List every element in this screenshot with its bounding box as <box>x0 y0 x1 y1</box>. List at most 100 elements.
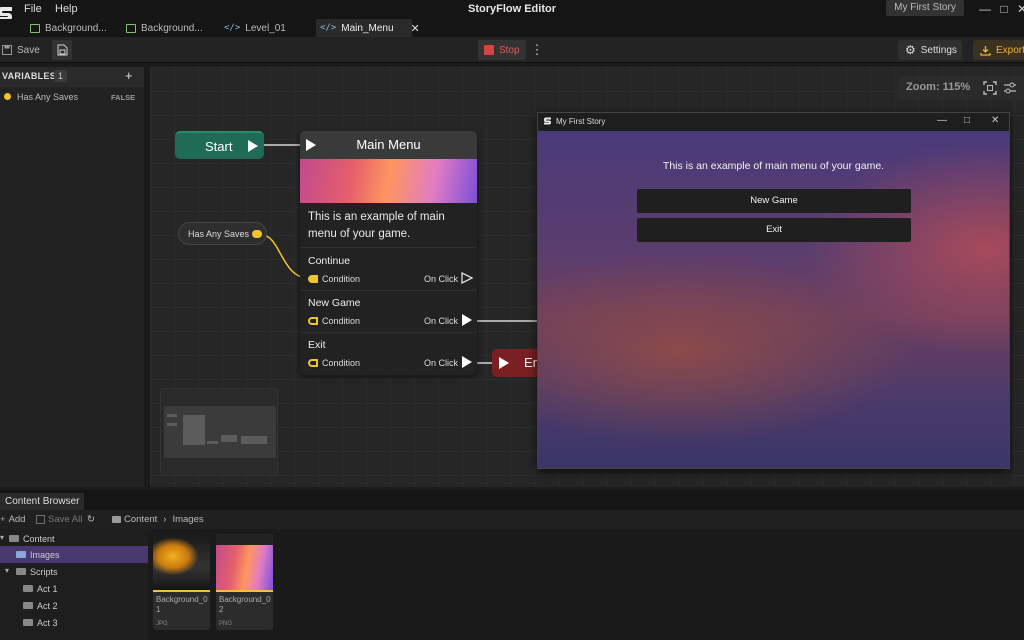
preview-title: My First Story <box>556 117 606 126</box>
exec-out-icon[interactable] <box>461 272 473 284</box>
sliders-icon[interactable] <box>1002 80 1018 96</box>
tab-background-01[interactable]: Background... <box>26 19 122 37</box>
stop-icon <box>484 45 494 55</box>
plus-icon: + <box>0 514 6 525</box>
close-icon[interactable]: ✕ <box>1015 2 1024 16</box>
variable-row[interactable]: Has Any Saves FALSE <box>0 89 144 105</box>
exit-wire <box>477 362 493 364</box>
tab-background-02[interactable]: Background... <box>122 19 218 37</box>
export-button[interactable]: Export <box>973 40 1024 60</box>
fit-view-icon[interactable] <box>982 80 998 96</box>
settings-button[interactable]: ⚙ Settings <box>898 40 962 60</box>
zoom-controls: Zoom: 115% <box>898 76 1024 100</box>
variable-node[interactable]: Has Any Saves <box>178 222 267 245</box>
stop-button[interactable]: Stop <box>478 40 526 60</box>
tab-label: Background... <box>45 22 107 34</box>
code-icon: </> <box>320 23 337 33</box>
save-icon <box>2 45 12 55</box>
add-label: Add <box>8 514 26 525</box>
maximize-icon[interactable]: □ <box>997 2 1011 16</box>
add-variable-icon[interactable]: + <box>125 68 133 83</box>
variable-name: Has Any Saves <box>17 92 79 102</box>
tree-item-content[interactable]: ▾ Content <box>0 530 148 547</box>
new-game-wire <box>477 320 539 322</box>
condition-label: Condition <box>322 358 361 368</box>
refresh-icon[interactable]: ↻ <box>87 514 95 525</box>
save-button[interactable]: Save <box>2 40 40 60</box>
main-menu-node[interactable]: Main Menu This is an example of main men… <box>300 131 477 375</box>
condition-pin-icon[interactable] <box>308 275 318 283</box>
save-label: Save <box>17 44 40 56</box>
tab-level-01[interactable]: </> Level_01 <box>220 19 310 37</box>
toolbar: Save Stop ⋮ ⚙ Settings Export <box>0 37 1024 63</box>
tree-item-act-1[interactable]: Act 1 <box>0 580 148 597</box>
preview-text: This is an example of main menu of your … <box>662 160 885 172</box>
divider <box>300 290 477 291</box>
chevron-down-icon[interactable]: ▾ <box>5 566 9 575</box>
save-as-button[interactable] <box>52 40 72 60</box>
close-icon[interactable]: ✕ <box>991 115 999 126</box>
asset-type: PNG <box>219 621 233 627</box>
bool-out-pin-icon[interactable] <box>252 230 262 238</box>
tree-label: Act 2 <box>37 601 58 611</box>
asset-tile[interactable]: Background_01 JPG <box>153 534 210 630</box>
add-button[interactable]: + Add <box>0 514 25 525</box>
save-all-button[interactable]: Save All <box>36 514 82 525</box>
chevron-right-icon: › <box>163 514 167 525</box>
save-icon <box>36 515 45 524</box>
stop-label: Stop <box>499 44 520 56</box>
chevron-down-icon[interactable]: ▾ <box>0 533 4 542</box>
end-node[interactable]: En <box>492 349 542 377</box>
exec-wire <box>264 144 300 146</box>
title-bar: File Help StoryFlow Editor My First Stor… <box>0 0 1024 21</box>
choice-continue-title: Continue <box>308 255 351 267</box>
variables-count: 1 <box>54 70 67 82</box>
tab-content-browser[interactable]: Content Browser <box>0 493 84 510</box>
condition-label: Condition <box>322 316 361 326</box>
exec-in-icon[interactable] <box>499 357 509 369</box>
minimap-viewport <box>164 406 276 458</box>
tree-item-scripts[interactable]: ▾ Scripts <box>0 563 148 580</box>
close-tab-icon[interactable]: ✕ <box>411 22 420 35</box>
variable-value[interactable]: FALSE <box>111 93 135 102</box>
variables-panel: VARIABLES 1 + Has Any Saves FALSE <box>0 67 144 487</box>
asset-thumbnail <box>216 534 273 590</box>
tab-label: Level_01 <box>245 22 286 34</box>
background-thumbnail <box>300 159 477 203</box>
variables-header: VARIABLES 1 + <box>0 67 144 87</box>
more-options-icon[interactable]: ⋮ <box>530 40 544 60</box>
exec-out-icon[interactable] <box>248 140 258 152</box>
tree-item-act-3[interactable]: Act 3 <box>0 614 148 631</box>
folder-icon <box>16 551 26 558</box>
exec-out-icon[interactable] <box>462 356 472 368</box>
download-icon <box>980 45 991 56</box>
on-click-label: On Click <box>424 358 459 368</box>
new-game-button[interactable]: New Game <box>637 189 911 213</box>
exit-button[interactable]: Exit <box>637 218 911 242</box>
minimap[interactable] <box>160 388 278 476</box>
tab-main-menu[interactable]: </> Main_Menu ✕ <box>316 19 420 37</box>
minimize-icon[interactable]: — <box>978 2 992 16</box>
folder-tree: ▾ Content Images ▾ Scripts Act 1 Act 2 A… <box>0 529 148 640</box>
condition-pin-icon[interactable] <box>308 317 318 325</box>
asset-tile[interactable]: Background_02 PNG <box>216 534 273 630</box>
tree-item-act-2[interactable]: Act 2 <box>0 597 148 614</box>
start-node[interactable]: Start <box>175 131 264 159</box>
app-title: StoryFlow Editor <box>468 3 556 15</box>
exec-out-icon[interactable] <box>462 314 472 326</box>
tree-label: Content <box>23 534 55 544</box>
preview-window: My First Story — □ ✕ This is an example … <box>537 112 1010 469</box>
on-click-label: On Click <box>424 274 459 284</box>
breadcrumb-images[interactable]: Images <box>172 514 203 525</box>
breadcrumb: Content › Images <box>112 514 204 525</box>
tree-label: Act 3 <box>37 618 58 628</box>
tab-label: Background... <box>141 22 203 34</box>
maximize-icon[interactable]: □ <box>964 115 970 126</box>
tree-item-images[interactable]: Images <box>0 546 148 563</box>
condition-pin-icon[interactable] <box>308 359 318 367</box>
project-name[interactable]: My First Story <box>886 0 964 16</box>
divider <box>300 332 477 333</box>
breadcrumb-content[interactable]: Content <box>124 514 157 525</box>
storyflow-logo-icon <box>544 117 551 125</box>
minimize-icon[interactable]: — <box>937 115 947 126</box>
